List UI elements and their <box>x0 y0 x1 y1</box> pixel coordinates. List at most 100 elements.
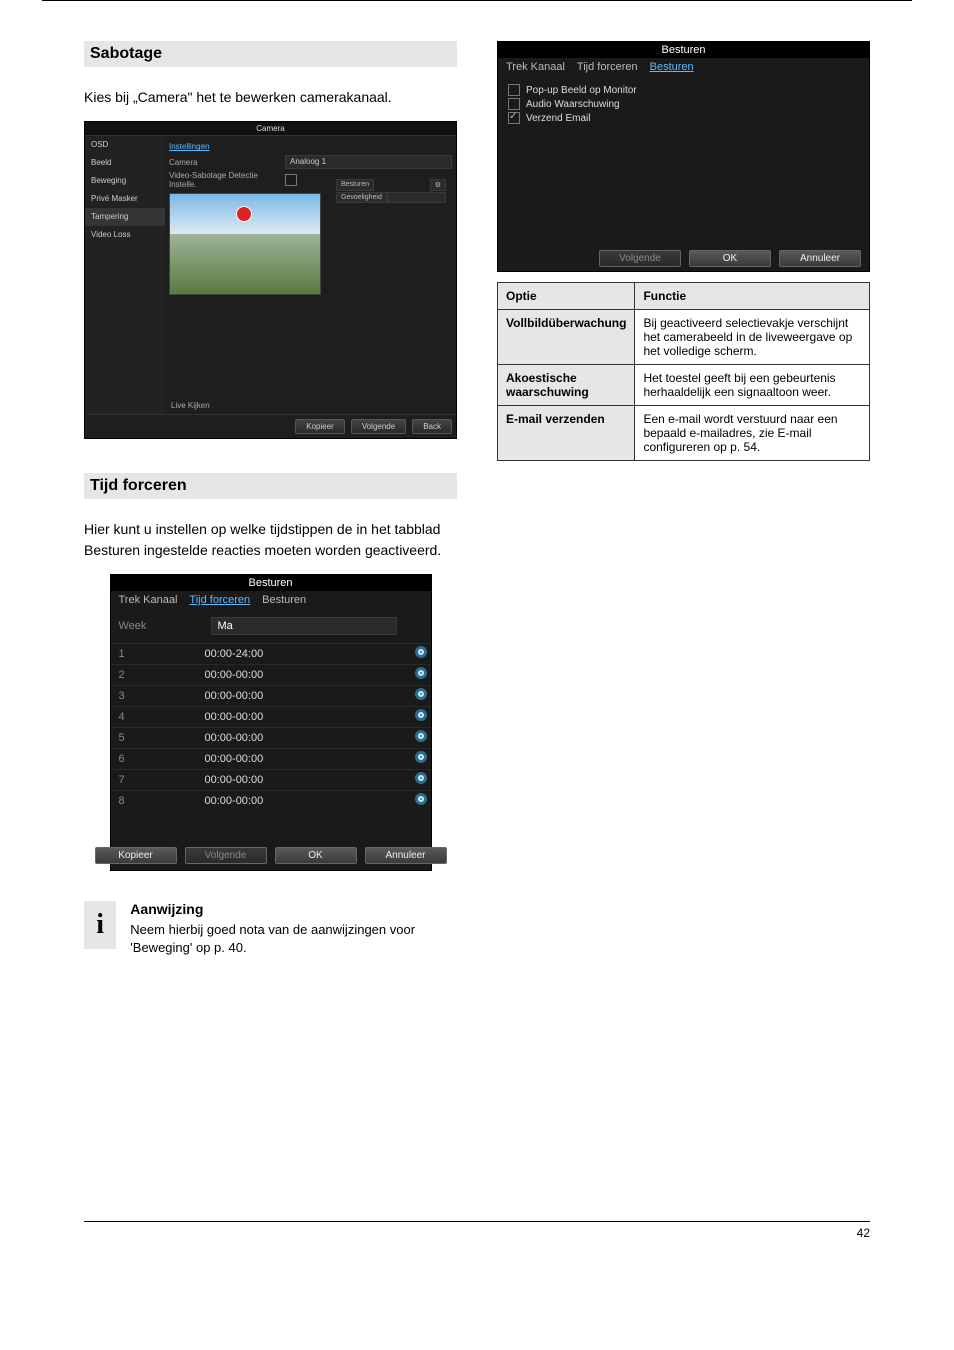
schedule-row-gear-icon[interactable] <box>415 751 427 763</box>
camera-back-button[interactable]: Back <box>412 419 452 434</box>
schedule-row: 200:00-00:00 <box>111 664 431 685</box>
options-cell-opt: Vollbildüberwachung <box>498 310 635 365</box>
options-cell-opt: Akoestische waarschuwing <box>498 365 635 406</box>
schedule-ok-button[interactable]: OK <box>275 847 357 864</box>
schedule-week-label: Week <box>111 616 197 636</box>
gevoeligheid-field[interactable] <box>387 192 446 203</box>
schedule-row-time[interactable]: 00:00-00:00 <box>197 791 411 811</box>
camera-preview-marker-icon <box>236 206 252 222</box>
schedule-row-num: 7 <box>111 770 197 790</box>
schedule-tab-trek[interactable]: Trek Kanaal <box>119 594 178 606</box>
schedule-kopieer-button[interactable]: Kopieer <box>95 847 177 864</box>
options-cell-func: Bij geactiveerd selectievakje verschijnt… <box>635 310 870 365</box>
camera-volgende-button[interactable]: Volgende <box>351 419 406 434</box>
camera-select-field[interactable]: Analoog 1 <box>285 155 452 169</box>
besturen-tab-trek[interactable]: Trek Kanaal <box>506 61 565 73</box>
camera-right-panel: Besturen⚙ Gevoeligheid <box>336 178 446 204</box>
email-checkbox[interactable] <box>508 112 520 124</box>
camera-footer: Kopieer Volgende Back <box>85 414 456 438</box>
besturen-tab-tijd[interactable]: Tijd forceren <box>577 61 638 73</box>
schedule-row-gear-icon[interactable] <box>415 709 427 721</box>
schedule-row-num: 1 <box>111 644 197 664</box>
camera-settings-link[interactable]: Instellingen <box>169 142 209 151</box>
sidebar-item-osd[interactable]: OSD <box>85 136 165 154</box>
besturen-window: Besturen Trek Kanaal Tijd forceren Bestu… <box>497 41 870 272</box>
audio-checkbox[interactable] <box>508 98 520 110</box>
page-footer: 42 <box>84 1221 870 1240</box>
options-th-func: Functie <box>635 283 870 310</box>
schedule-week-select[interactable]: Ma <box>211 617 397 635</box>
schedule-row-time[interactable]: 00:00-24:00 <box>197 644 411 664</box>
schedule-row-time[interactable]: 00:00-00:00 <box>197 728 411 748</box>
schedule-intro-paragraph: Hier kunt u instellen op welke tijdstipp… <box>84 519 457 560</box>
besturen-ok-button[interactable]: OK <box>689 250 771 267</box>
schedule-row: 300:00-00:00 <box>111 685 431 706</box>
sidebar-item-videoloss[interactable]: Video Loss <box>85 226 165 244</box>
schedule-row-num: 3 <box>111 686 197 706</box>
sidebar-item-beeld[interactable]: Beeld <box>85 154 165 172</box>
schedule-tab-tijd[interactable]: Tijd forceren <box>189 594 250 606</box>
options-cell-func: Een e-mail wordt verstuurd naar een bepa… <box>635 406 870 461</box>
options-cell-opt: E-mail verzenden <box>498 406 635 461</box>
schedule-row: 100:00-24:00 <box>111 643 431 664</box>
schedule-row-gear-icon[interactable] <box>415 646 427 658</box>
schedule-row-time[interactable]: 00:00-00:00 <box>197 686 411 706</box>
note-title: Aanwijzing <box>130 901 457 917</box>
schedule-row: 700:00-00:00 <box>111 769 431 790</box>
schedule-row-time[interactable]: 00:00-00:00 <box>197 707 411 727</box>
page-number: 42 <box>857 1226 870 1240</box>
besturen-volgende-button[interactable]: Volgende <box>599 250 681 267</box>
note-box: i Aanwijzing Neem hierbij goed nota van … <box>84 901 457 957</box>
options-row: Akoestische waarschuwing Het toestel gee… <box>498 365 870 406</box>
schedule-tabs: Trek Kanaal Tijd forceren Besturen <box>111 591 431 609</box>
schedule-row-gear-icon[interactable] <box>415 688 427 700</box>
cb-row-audio: Audio Waarschuwing <box>508 98 859 110</box>
schedule-row-gear-icon[interactable] <box>415 772 427 784</box>
schedule-tab-besturen[interactable]: Besturen <box>262 594 306 606</box>
options-cell-func: Het toestel geeft bij een gebeurtenis he… <box>635 365 870 406</box>
tamper-enable-checkbox[interactable] <box>285 174 297 186</box>
sidebar-item-tampering[interactable]: Tampering <box>85 208 165 226</box>
schedule-window-title: Besturen <box>111 575 431 591</box>
sidebar-item-beweging[interactable]: Beweging <box>85 172 165 190</box>
cb-row-popup: Pop-up Beeld op Monitor <box>508 84 859 96</box>
schedule-row-gear-icon[interactable] <box>415 793 427 805</box>
note-text: Neem hierbij goed nota van de aanwijzing… <box>130 921 457 957</box>
audio-checkbox-label: Audio Waarschuwing <box>526 99 620 110</box>
schedule-heading: Tijd forceren <box>84 473 457 499</box>
options-row: E-mail verzenden Een e-mail wordt verstu… <box>498 406 870 461</box>
camera-window-title: Camera <box>85 122 456 136</box>
email-checkbox-label: Verzend Email <box>526 113 590 124</box>
schedule-volgende-button[interactable]: Volgende <box>185 847 267 864</box>
besturen-footer: Volgende OK Annuleer <box>498 246 869 271</box>
schedule-row-gear-icon[interactable] <box>415 667 427 679</box>
camera-window: Camera OSD Beeld Beweging Privé Masker T… <box>84 121 457 439</box>
live-view-link[interactable]: Live Kijken <box>171 401 210 410</box>
besturen-tab-besturen[interactable]: Besturen <box>650 61 694 73</box>
schedule-row: 600:00-00:00 <box>111 748 431 769</box>
schedule-annuleer-button[interactable]: Annuleer <box>365 847 447 864</box>
besturen-annuleer-button[interactable]: Annuleer <box>779 250 861 267</box>
besturen-tabs: Trek Kanaal Tijd forceren Besturen <box>498 58 869 76</box>
schedule-footer: Kopieer Volgende OK Annuleer <box>111 841 431 870</box>
schedule-row-time[interactable]: 00:00-00:00 <box>197 770 411 790</box>
tamper-enable-label: Video-Sabotage Detectie Instelle. <box>169 171 279 189</box>
schedule-row: 500:00-00:00 <box>111 727 431 748</box>
camera-preview-image <box>169 193 321 295</box>
info-icon: i <box>84 901 116 949</box>
tampering-heading: Sabotage <box>84 41 457 67</box>
besturen-gear-icon[interactable]: ⚙ <box>430 179 446 191</box>
camera-select-label: Camera <box>169 158 279 167</box>
popup-checkbox[interactable] <box>508 84 520 96</box>
sidebar-item-privemasker[interactable]: Privé Masker <box>85 190 165 208</box>
schedule-row-num: 5 <box>111 728 197 748</box>
besturen-window-title: Besturen <box>498 42 869 58</box>
camera-kopieer-button[interactable]: Kopieer <box>295 419 345 434</box>
options-th-opt: Optie <box>498 283 635 310</box>
options-row: Vollbildüberwachung Bij geactiveerd sele… <box>498 310 870 365</box>
camera-main-pane: Instellingen Camera Analoog 1 Video-Sabo… <box>165 136 456 414</box>
schedule-row-gear-icon[interactable] <box>415 730 427 742</box>
schedule-row-time[interactable]: 00:00-00:00 <box>197 665 411 685</box>
schedule-row-num: 4 <box>111 707 197 727</box>
schedule-row-time[interactable]: 00:00-00:00 <box>197 749 411 769</box>
